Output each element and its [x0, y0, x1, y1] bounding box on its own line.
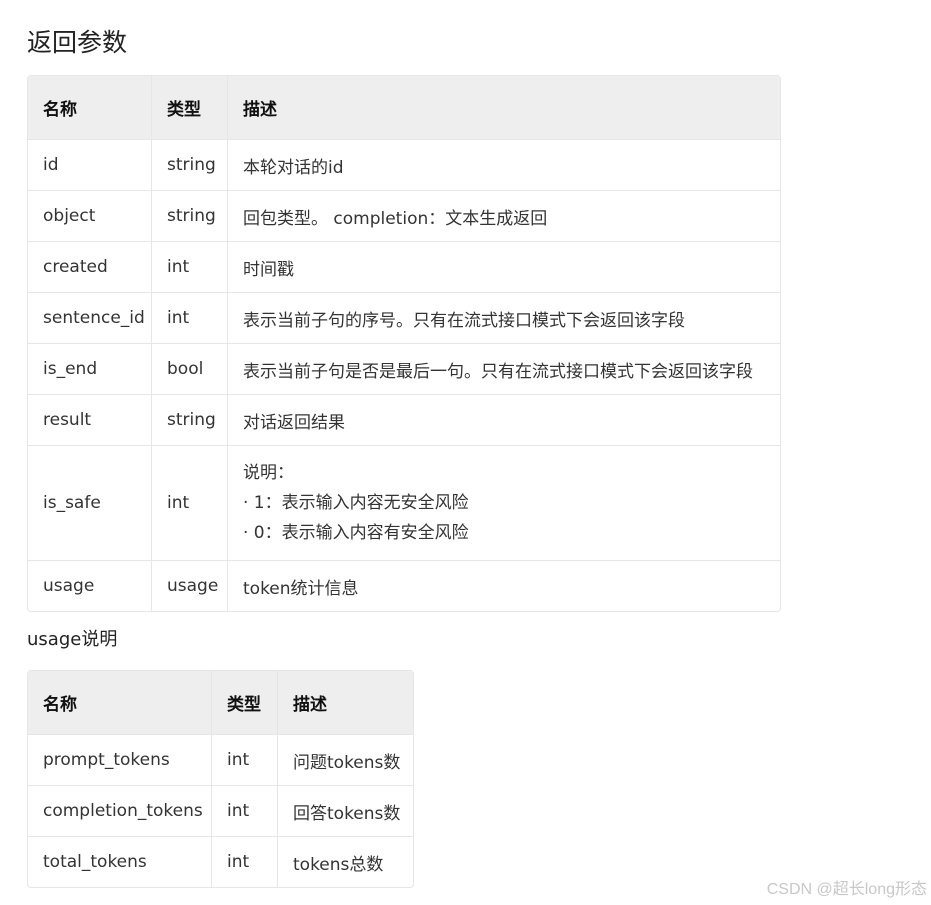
param-desc: 回包类型。 completion：文本生成返回 — [228, 191, 780, 242]
usage-name: completion_tokens — [28, 786, 212, 837]
table-row: total_tokens int tokens总数 — [28, 837, 413, 887]
param-name: created — [28, 242, 152, 293]
table-row: result string 对话返回结果 — [28, 395, 780, 446]
param-type: string — [152, 395, 228, 446]
param-desc: 对话返回结果 — [228, 395, 780, 446]
table-row: sentence_id int 表示当前子句的序号。只有在流式接口模式下会返回该… — [28, 293, 780, 344]
usage-type: int — [212, 837, 278, 887]
header-type: 类型 — [152, 76, 228, 140]
param-name: sentence_id — [28, 293, 152, 344]
header-desc: 描述 — [228, 76, 780, 140]
table-row: is_safe int 说明： · 1：表示输入内容无安全风险 · 0：表示输入… — [28, 446, 780, 561]
param-type: bool — [152, 344, 228, 395]
table-row: usage usage token统计信息 — [28, 561, 780, 611]
usage-name: total_tokens — [28, 837, 212, 887]
param-type: string — [152, 140, 228, 191]
header-type: 类型 — [212, 671, 278, 735]
header-name: 名称 — [28, 76, 152, 140]
table-row: id string 本轮对话的id — [28, 140, 780, 191]
params-table-header: 名称 类型 描述 — [28, 76, 780, 140]
header-name: 名称 — [28, 671, 212, 735]
header-desc: 描述 — [278, 671, 413, 735]
table-row: completion_tokens int 回答tokens数 — [28, 786, 413, 837]
usage-name: prompt_tokens — [28, 735, 212, 786]
usage-desc: 问题tokens数 — [278, 735, 413, 786]
desc-line: · 1：表示输入内容无安全风险 — [243, 493, 469, 513]
section-title: 返回参数 — [27, 28, 128, 57]
param-desc: 时间戳 — [228, 242, 780, 293]
param-name: is_safe — [28, 446, 152, 561]
param-desc: 说明： · 1：表示输入内容无安全风险 · 0：表示输入内容有安全风险 — [228, 446, 780, 561]
param-desc: 表示当前子句的序号。只有在流式接口模式下会返回该字段 — [228, 293, 780, 344]
usage-desc: tokens总数 — [293, 854, 384, 875]
param-name: is_end — [28, 344, 152, 395]
param-type: int — [152, 242, 228, 293]
usage-table-header: 名称 类型 描述 — [28, 671, 413, 735]
usage-type: int — [212, 786, 278, 837]
desc-line: · 0：表示输入内容有安全风险 — [243, 523, 469, 543]
usage-type: int — [212, 735, 278, 786]
param-type: int — [152, 446, 228, 561]
param-name: id — [28, 140, 152, 191]
usage-title: usage说明 — [27, 629, 118, 650]
param-type: int — [152, 293, 228, 344]
param-name: usage — [28, 561, 152, 611]
params-table: 名称 类型 描述 id string 本轮对话的id object string… — [27, 75, 781, 612]
param-name: object — [28, 191, 152, 242]
param-type: string — [152, 191, 228, 242]
param-desc: 表示当前子句是否是最后一句。只有在流式接口模式下会返回该字段 — [228, 344, 780, 395]
table-row: created int 时间戳 — [28, 242, 780, 293]
param-desc: 本轮对话的id — [228, 140, 780, 191]
csdn-watermark: CSDN @超长long形态 — [766, 881, 927, 898]
param-desc: token统计信息 — [243, 578, 359, 599]
usage-table: 名称 类型 描述 prompt_tokens int 问题tokens数 com… — [27, 670, 414, 888]
param-type: usage — [152, 561, 228, 611]
table-row: is_end bool 表示当前子句是否是最后一句。只有在流式接口模式下会返回该… — [28, 344, 780, 395]
table-row: object string 回包类型。 completion：文本生成返回 — [28, 191, 780, 242]
desc-line: 说明： — [243, 463, 294, 483]
table-row: prompt_tokens int 问题tokens数 — [28, 735, 413, 786]
usage-desc: 回答tokens数 — [278, 786, 413, 837]
param-name: result — [28, 395, 152, 446]
